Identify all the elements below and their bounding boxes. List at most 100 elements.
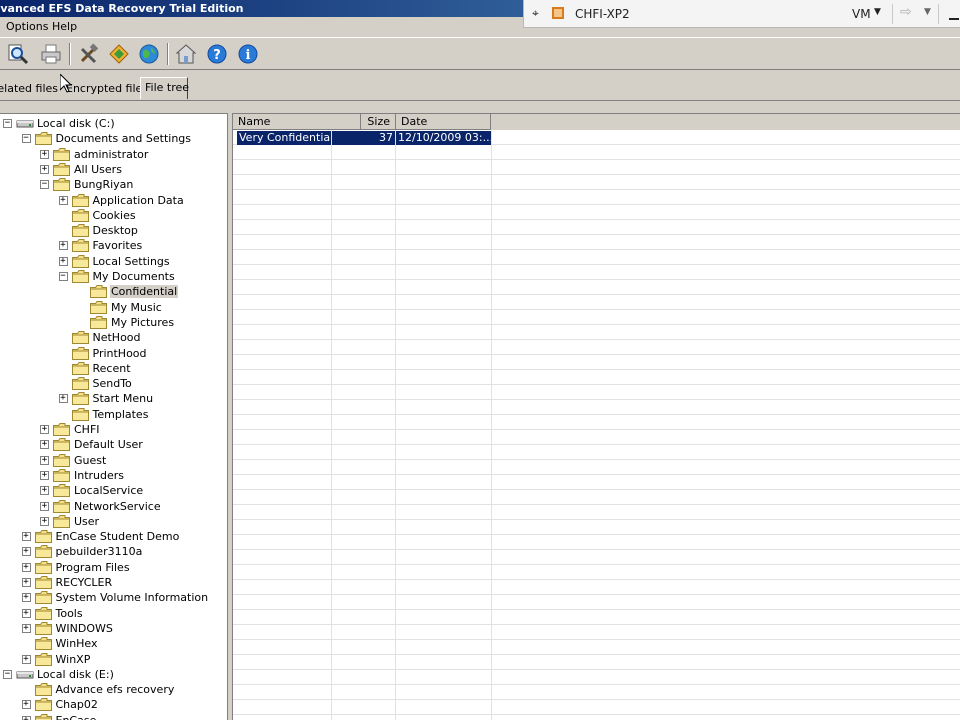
print-button[interactable]: [38, 42, 64, 66]
expand-icon[interactable]: +: [21, 700, 31, 710]
column-header-size[interactable]: Size: [361, 114, 396, 130]
tree-item[interactable]: + CHFI: [0, 422, 227, 437]
expand-icon[interactable]: +: [21, 608, 31, 618]
tree-item[interactable]: − Documents and Settings: [0, 131, 227, 146]
tree-item[interactable]: − Local disk (C:): [0, 116, 227, 131]
tree-item[interactable]: + EnCase: [0, 713, 227, 720]
tree-item[interactable]: − BungRiyan: [0, 177, 227, 192]
tree-item[interactable]: + Guest: [0, 453, 227, 468]
tree-item[interactable]: + LocalService: [0, 483, 227, 498]
tree-item[interactable]: + EnCase Student Demo: [0, 529, 227, 544]
tree-item-label: CHFI: [74, 423, 100, 436]
expand-icon[interactable]: +: [21, 532, 31, 542]
tree-item[interactable]: + Default User: [0, 437, 227, 452]
menu-help[interactable]: Help: [52, 20, 77, 33]
expand-icon[interactable]: +: [40, 164, 49, 174]
tree-item[interactable]: + NetworkService: [0, 499, 227, 514]
expand-icon[interactable]: +: [40, 425, 49, 434]
tree-item[interactable]: + Tools: [0, 606, 227, 621]
tree-item-label: PrintHood: [92, 346, 147, 360]
expand-icon[interactable]: +: [21, 593, 31, 603]
collapse-icon[interactable]: −: [3, 669, 12, 679]
file-list-row[interactable]: Very Confidential.... 37 12/10/2009 03:.…: [237, 131, 491, 145]
tree-item[interactable]: My Music: [0, 300, 227, 315]
expand-icon[interactable]: +: [40, 455, 49, 465]
chevron-down-icon[interactable]: ▼: [924, 7, 931, 17]
tree-item[interactable]: + Favorites: [0, 238, 227, 253]
expand-icon[interactable]: +: [21, 654, 31, 664]
expand-icon[interactable]: +: [40, 486, 49, 496]
tree-item[interactable]: NetHood: [0, 330, 227, 345]
tree-item[interactable]: + System Volume Information: [0, 590, 227, 605]
tree-item[interactable]: + Chap02: [0, 697, 227, 712]
tree-item[interactable]: − Local disk (E:): [0, 667, 227, 682]
home-button[interactable]: [173, 42, 199, 66]
tree-item[interactable]: + pebuilder3110a: [0, 544, 227, 559]
tree-item[interactable]: + Local Settings: [0, 254, 227, 269]
tab-file-tree[interactable]: File tree: [140, 77, 189, 99]
tree-item[interactable]: SendTo: [0, 376, 227, 391]
expand-icon[interactable]: +: [21, 623, 31, 633]
tree-item[interactable]: Confidential: [0, 284, 227, 299]
collapse-icon[interactable]: −: [58, 272, 68, 281]
tree-item[interactable]: Recent: [0, 361, 227, 376]
collapse-icon[interactable]: −: [3, 119, 12, 128]
tools-button[interactable]: [76, 42, 102, 66]
toolbar-separator: [167, 43, 169, 65]
column-divider: [395, 130, 396, 720]
tree-item[interactable]: + User: [0, 514, 227, 529]
expand-icon[interactable]: +: [40, 440, 49, 450]
expand-icon[interactable]: +: [21, 547, 31, 557]
tree-item-label: Default User: [74, 438, 143, 452]
expand-icon[interactable]: +: [21, 578, 31, 587]
tab-encrypted-files[interactable]: Encrypted files: [62, 80, 148, 98]
expand-icon[interactable]: +: [40, 470, 49, 480]
expand-icon[interactable]: +: [58, 256, 68, 266]
expand-icon[interactable]: +: [58, 394, 68, 404]
collapse-icon[interactable]: −: [40, 180, 49, 190]
folder-tree-pane[interactable]: − Local disk (C:) − Documents and Settings +…: [0, 113, 228, 720]
tree-item[interactable]: My Pictures: [0, 315, 227, 330]
tree-item[interactable]: + RECYCLER: [0, 575, 227, 590]
tree-item[interactable]: Desktop: [0, 223, 227, 238]
options-button[interactable]: [106, 42, 132, 66]
tree-item[interactable]: + WinXP: [0, 652, 227, 667]
expand-icon[interactable]: +: [21, 715, 31, 720]
tree-item-label: Templates: [92, 407, 149, 421]
expand-icon[interactable]: +: [58, 241, 68, 251]
menu-options[interactable]: Options: [6, 20, 48, 33]
tree-item-label: Advance efs recovery: [55, 683, 175, 697]
file-list-body: [233, 130, 960, 720]
expand-icon[interactable]: +: [40, 149, 49, 159]
column-header-date[interactable]: Date: [396, 114, 491, 130]
tree-item[interactable]: + WINDOWS: [0, 621, 227, 636]
about-button[interactable]: i: [235, 42, 261, 66]
tree-item[interactable]: PrintHood: [0, 346, 227, 361]
tree-item[interactable]: − My Documents: [0, 269, 227, 284]
tree-item-label: WinHex: [55, 637, 98, 651]
tree-item[interactable]: + administrator: [0, 147, 227, 162]
web-button[interactable]: [136, 42, 162, 66]
tree-item[interactable]: + Program Files: [0, 560, 227, 575]
tree-item[interactable]: + All Users: [0, 162, 227, 177]
tree-item[interactable]: WinHex: [0, 636, 227, 651]
tree-item[interactable]: + Intruders: [0, 468, 227, 483]
expand-icon[interactable]: +: [40, 501, 49, 511]
tree-item-label: Intruders: [74, 468, 125, 482]
chevron-down-icon[interactable]: ▼: [874, 7, 881, 17]
file-list-pane[interactable]: Name Size Date Very Confidential.... 37 …: [232, 113, 960, 720]
column-header-name[interactable]: Name: [233, 114, 361, 130]
expand-icon[interactable]: +: [58, 195, 68, 205]
tree-item[interactable]: Cookies: [0, 208, 227, 223]
search-button[interactable]: [5, 42, 31, 66]
help-button[interactable]: ?: [204, 42, 230, 66]
tree-item[interactable]: + Application Data: [0, 193, 227, 208]
expand-icon[interactable]: +: [40, 516, 49, 526]
tree-item[interactable]: + Start Menu: [0, 391, 227, 406]
expand-icon[interactable]: +: [21, 562, 31, 572]
menu-bar: Options Help: [0, 17, 960, 36]
tab-efs-related-files[interactable]: EFS related files: [0, 80, 62, 98]
tree-item[interactable]: Advance efs recovery: [0, 682, 227, 697]
tree-item[interactable]: Templates: [0, 407, 227, 422]
collapse-icon[interactable]: −: [21, 134, 31, 144]
